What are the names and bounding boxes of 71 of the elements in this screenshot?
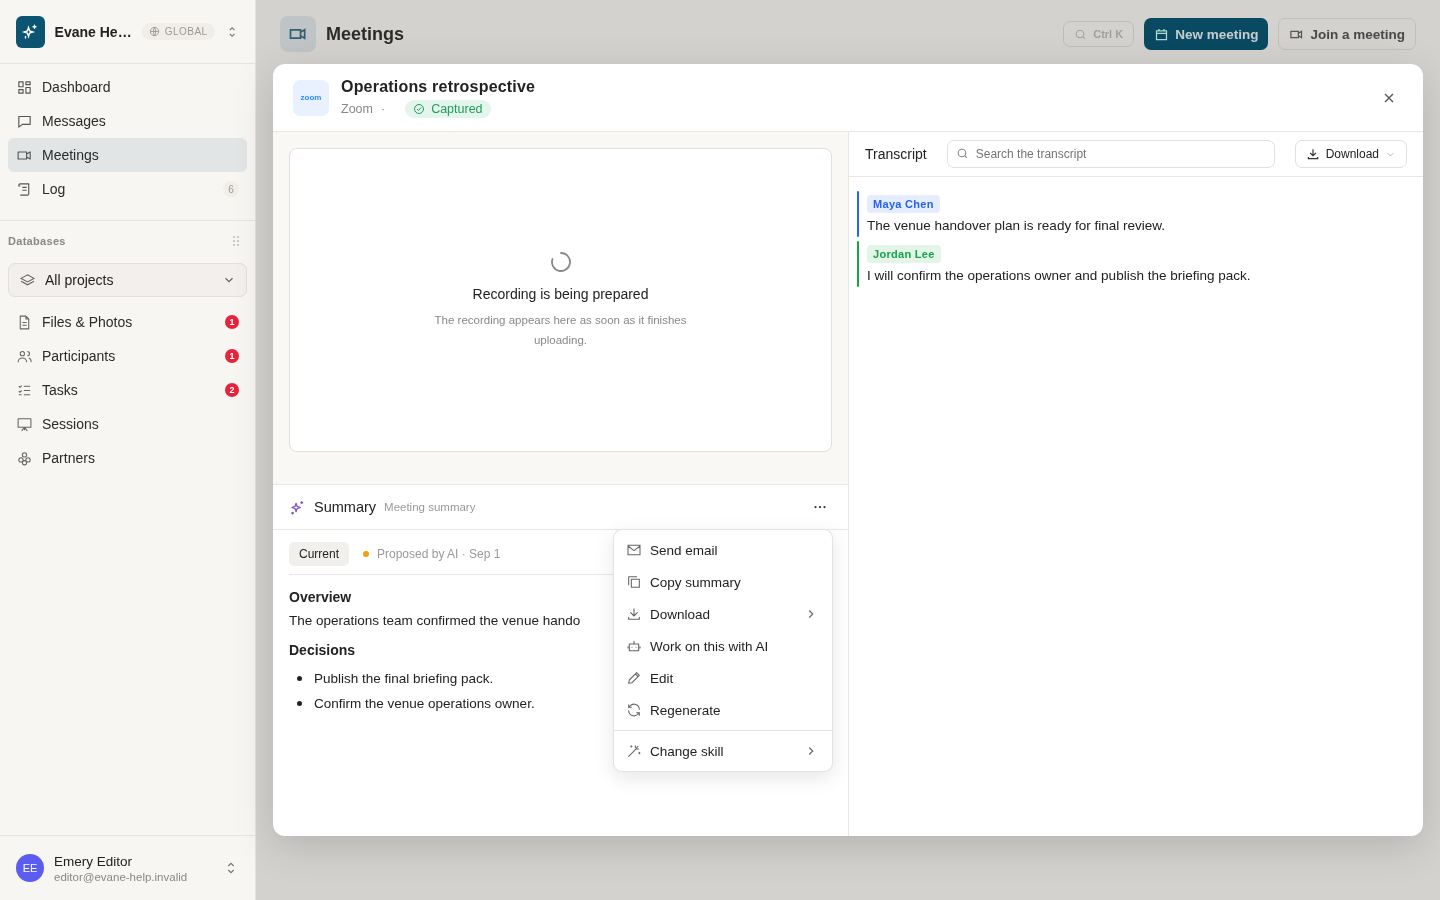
status-badge: Captured xyxy=(405,99,491,118)
menu-item[interactable]: Change skill xyxy=(614,735,832,767)
circles-icon xyxy=(16,449,33,467)
spinner-icon xyxy=(548,250,573,274)
menu-item[interactable]: Send email xyxy=(614,534,832,566)
transcript-title: Transcript xyxy=(865,146,927,162)
speaker-tag: Maya Chen xyxy=(867,195,940,213)
menu-item[interactable]: Work on this with AI xyxy=(614,630,832,662)
grid-icon xyxy=(16,78,33,96)
workspace-logo xyxy=(16,15,45,48)
nav-item[interactable]: Tasks 2 xyxy=(8,373,247,407)
menu-item[interactable]: Regenerate xyxy=(614,694,832,726)
nav-item[interactable]: Dashboard xyxy=(8,70,247,104)
drag-handle-icon[interactable] xyxy=(232,235,240,247)
recording-title: Recording is being prepared xyxy=(472,286,649,302)
refresh-icon xyxy=(626,702,642,718)
section-label: Databases xyxy=(8,235,66,247)
meeting-source: Zoom xyxy=(341,101,373,116)
nav-item[interactable]: Messages xyxy=(8,104,247,138)
status-dot xyxy=(363,551,369,557)
presentation-icon xyxy=(16,415,33,433)
speaker-tag: Jordan Lee xyxy=(867,245,941,263)
join-meeting-button[interactable]: Join a meeting xyxy=(1278,18,1416,50)
nav-item[interactable]: Log 6 xyxy=(8,172,247,206)
menu-item[interactable]: Copy summary xyxy=(614,566,832,598)
copy-icon xyxy=(626,574,642,590)
section-heading: Overview xyxy=(289,589,352,605)
nav-item[interactable]: Files & Photos 1 xyxy=(8,305,247,339)
page-title: Meetings xyxy=(326,23,404,45)
summary-title: Summary xyxy=(314,499,377,515)
user-email: editor@evane-help.invalid xyxy=(54,870,188,883)
summary-subtitle: Meeting summary xyxy=(384,501,476,513)
sparkle-icon xyxy=(289,498,306,516)
nav-item[interactable]: Meetings xyxy=(8,138,247,172)
camera-icon xyxy=(280,16,316,52)
project-select[interactable]: All projects xyxy=(8,263,247,297)
envelope-icon xyxy=(626,542,642,558)
decision-item: Publish the final briefing pack. xyxy=(314,671,494,686)
search-field[interactable]: Search the transcript xyxy=(946,140,1275,168)
search-icon xyxy=(1074,27,1088,41)
download-icon xyxy=(1305,147,1320,161)
menu-item[interactable]: Download xyxy=(614,598,832,630)
decision-item: Confirm the venue operations owner. xyxy=(314,696,535,711)
scope-badge: GLOBAL xyxy=(141,23,215,40)
dialog-title: Operations retrospective xyxy=(341,77,536,96)
transcript-line: I will confirm the operations owner and publish the briefing pack. xyxy=(867,268,1251,283)
app-logo: zoom xyxy=(293,79,329,116)
search-icon xyxy=(955,147,969,160)
new-meeting-button[interactable]: New meeting xyxy=(1144,18,1269,50)
proposal-note: Proposed by AI · Sep 1 xyxy=(377,547,501,561)
separator: · xyxy=(380,101,386,116)
nav-item[interactable]: Participants 1 xyxy=(8,339,247,373)
nav-item[interactable]: Partners xyxy=(8,441,247,475)
more-icon[interactable] xyxy=(814,505,826,509)
robot-icon xyxy=(626,638,642,654)
globe-icon xyxy=(148,26,160,37)
pencil-icon xyxy=(626,670,642,686)
overview-text: The operations team confirmed the venue hando xyxy=(289,613,581,628)
menu-item[interactable]: Edit xyxy=(614,662,832,694)
nav-item[interactable]: Sessions xyxy=(8,407,247,441)
download-icon xyxy=(626,606,642,622)
calendar-icon xyxy=(1154,26,1170,42)
recording-message: The recording appears here as soon as it finishes uploading. xyxy=(433,313,688,348)
wand-icon xyxy=(626,743,642,759)
version-tab[interactable]: Current xyxy=(289,542,349,566)
section-heading: Decisions xyxy=(289,642,356,658)
user-avatar: EE xyxy=(16,854,44,882)
user-name: Emery Editor xyxy=(54,853,134,869)
workspace-name: Evane He… xyxy=(54,23,132,40)
transcript-line: The venue handover plan is ready for final review. xyxy=(867,218,1165,233)
download-button[interactable]: Download xyxy=(1294,140,1407,168)
